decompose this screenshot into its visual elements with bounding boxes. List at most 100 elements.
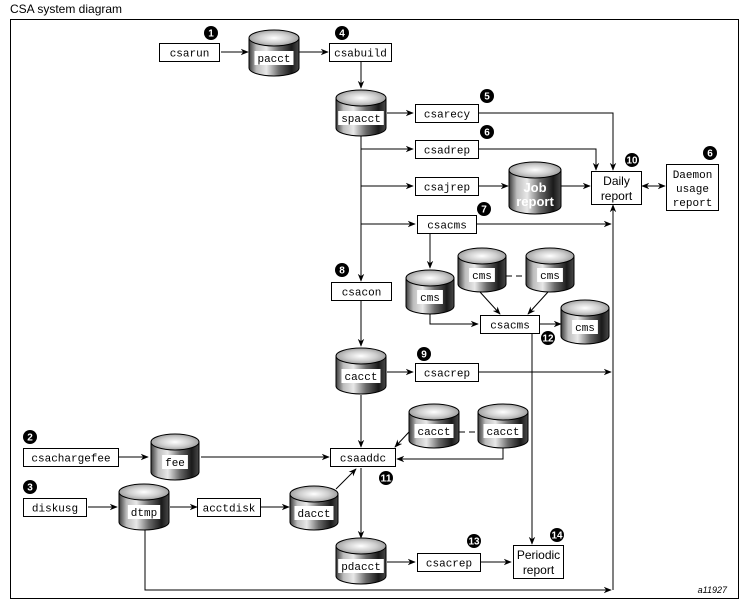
cylinder-label: dtmp [131,508,157,520]
process-csabuild[interactable]: csabuild [329,43,392,62]
badge-number: 1 [208,29,214,40]
badge-number: 8 [339,266,345,277]
process-label: csarecy [424,110,471,122]
cylinder-top [150,433,200,451]
cylinder-label: pdacct [341,562,381,574]
report-daily[interactable]: Daily report [591,171,642,205]
badge-number: 11 [381,474,392,485]
cylinder-label: Job [523,180,546,195]
process-csacrep-bottom[interactable]: csacrep [417,553,481,572]
file-cacct-main[interactable]: cacct [335,347,387,395]
process-label: csacon [342,288,382,300]
badge-number: 6 [484,128,490,139]
file-cacct-1[interactable]: cacct [408,403,460,449]
badge-number: 4 [339,29,345,40]
report-periodic[interactable]: Periodic report [513,545,564,579]
arrow-dacct-csaaddc [335,468,357,490]
cylinder-top [335,89,387,107]
process-boxes: csarun csabuild csarecy csadrep csajrep … [23,43,540,572]
process-label: csarun [170,49,210,61]
arrow-cmstop1-csacms [479,291,501,315]
csa-system-diagram: csarun csabuild csarecy csadrep csajrep … [10,19,739,599]
cylinder-top [248,29,300,47]
report-label: report [523,563,555,577]
arrow-cmstop2-csacms [527,291,549,315]
file-job-report[interactable]: Jobreport [508,161,562,215]
cylinder-label: cms [575,323,595,335]
cylinder-label: cms [472,271,492,283]
file-dtmp[interactable]: dtmp [118,483,170,531]
cylinder-label: cacct [417,427,450,439]
file-cms-right[interactable]: cms [560,299,610,345]
process-csachargefee[interactable]: csachargefee [23,448,119,467]
badge-number: 6 [707,149,713,160]
process-acctdisk[interactable]: acctdisk [197,498,261,517]
process-csacon[interactable]: csacon [331,282,392,301]
file-cms-left[interactable]: cms [405,269,455,315]
process-label: csajrep [424,183,470,195]
cylinder-label: spacct [341,114,381,126]
badge-number: 14 [552,531,563,542]
process-csaaddc[interactable]: csaaddc [330,448,396,467]
report-label: Daemon [673,170,713,182]
cylinder-top [335,347,387,365]
step-badge-b5: 5 [480,89,494,103]
step-badge-b2: 2 [23,430,37,444]
cylinder-top [405,269,455,287]
process-label: csaaddc [340,454,386,466]
file-cms-top1[interactable]: cms [457,247,507,293]
figure-id: a11927 [698,585,728,595]
arrow-cacct1-csaaddc [394,431,410,448]
report-daemon-usage[interactable]: Daemon usage report [666,164,719,211]
process-csacrep-mid[interactable]: csacrep [415,363,479,382]
process-csacms-mid[interactable]: csacms [480,315,540,334]
cylinder-label: cacct [486,427,519,439]
file-dacct[interactable]: dacct [289,485,339,531]
process-label: csacrep [426,559,472,571]
arrow-csarecy-daily [479,112,617,171]
process-csajrep[interactable]: csajrep [415,177,479,196]
cylinder-top [335,537,387,555]
process-label: csachargefee [31,454,110,466]
badge-number: 12 [543,334,554,345]
file-cms-top2[interactable]: cms [525,247,575,293]
badge-number: 2 [27,433,33,444]
badge-number: 3 [27,483,33,494]
process-csacms-top[interactable]: csacms [417,215,477,234]
cylinder-label: cacct [344,372,377,384]
report-label: report [601,189,633,203]
step-badge-b8: 8 [335,263,349,277]
cylinder-top [289,485,339,503]
file-fee[interactable]: fee [150,433,200,481]
process-label: diskusg [32,504,78,516]
step-badge-b6a: 6 [480,125,494,139]
cylinder-label: cms [420,293,440,305]
process-csarecy[interactable]: csarecy [415,104,479,123]
report-label: report [673,198,713,210]
process-label: csabuild [334,49,387,61]
file-cacct-2[interactable]: cacct [477,403,529,449]
report-label: Periodic [517,548,560,562]
step-badge-b14: 14 [550,528,564,542]
process-label: csacms [427,221,467,233]
step-badge-b1: 1 [204,26,218,40]
arrow-cacct2-csaaddc [396,447,504,463]
cylinder-top [477,403,529,421]
file-pdacct[interactable]: pdacct [335,537,387,585]
file-spacct[interactable]: spacct [335,89,387,137]
step-badge-b4: 4 [335,26,349,40]
step-badge-b7: 7 [477,202,491,216]
cylinder-label: dacct [297,509,330,521]
report-label: usage [676,184,709,196]
process-csadrep[interactable]: csadrep [415,140,479,159]
process-diskusg[interactable]: diskusg [23,498,87,517]
file-pacct[interactable]: pacct [248,29,300,77]
badge-number: 9 [421,350,427,361]
cylinder-label: cms [540,271,560,283]
cylinder-label: pacct [257,54,290,66]
cylinder-top [408,403,460,421]
process-label: acctdisk [203,504,256,516]
process-csarun[interactable]: csarun [159,43,220,62]
cylinder-label: report [516,194,554,209]
step-badge-b6b: 6 [703,146,717,160]
